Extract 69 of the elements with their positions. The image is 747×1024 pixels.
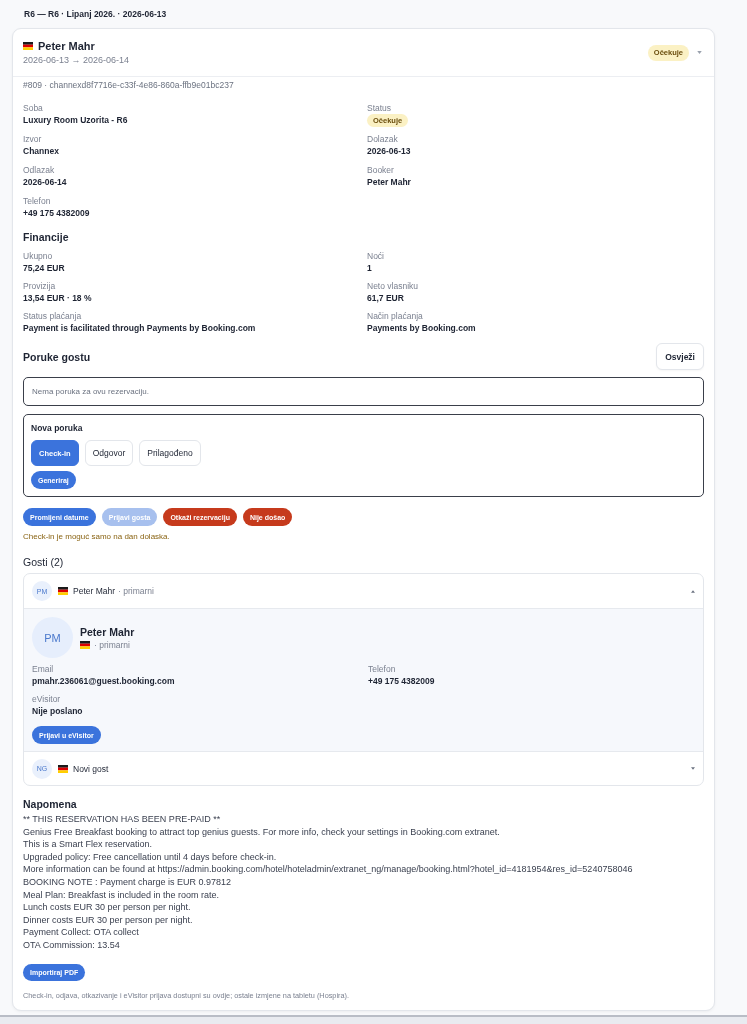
field-value: pmahr.236061@guest.booking.com — [32, 675, 176, 688]
field-value: Nije poslano — [32, 705, 84, 718]
section-heading: Gosti (2) — [23, 555, 65, 569]
guest-role: · primarni — [94, 639, 130, 650]
date-range: 2026-06-13 → 2026-06-14 — [23, 54, 130, 66]
guest-name: Peter Mahr — [38, 39, 95, 53]
warning-text: Check-in je moguć samo na dan dolaska. — [23, 531, 171, 543]
field-value: +49 175 4382009 — [23, 207, 91, 220]
page-title: R6 — R6 · Lipanj 2026. · 2026-06-13 — [24, 9, 168, 20]
field-value: Luxury Room Uzorita - R6 — [23, 114, 129, 127]
field-label: Neto vlasniku — [367, 280, 420, 292]
note-line: Genius Free Breakfast booking to attract top genius guests. For more info, check your settings in Booking.com extranet. — [23, 825, 501, 839]
guest-name[interactable]: Peter Mahr — [73, 586, 116, 596]
empty-messages-text: Nema poruka za ovu rezervaciju. — [32, 387, 149, 396]
field-label: Izvor — [23, 133, 43, 145]
note-line: Dinner costs EUR 30 per person per night. — [23, 913, 194, 927]
caret-icon[interactable] — [691, 767, 695, 770]
template-tab[interactable]: Prilagođeno — [139, 440, 201, 466]
flag-icon — [58, 587, 68, 595]
field-value: Payments by Booking.com — [367, 322, 477, 335]
field-label: Telefon — [23, 195, 52, 207]
section-heading: Financije — [23, 230, 70, 244]
field-label: Booker — [367, 164, 395, 176]
field-label: Odlazak — [23, 164, 56, 176]
field-label: Način plaćanja — [367, 310, 424, 322]
guest-name: Peter Mahr — [80, 625, 135, 639]
field-label: Soba — [23, 102, 44, 114]
field-label: Dolazak — [367, 133, 399, 145]
field-label: Provizija — [23, 280, 57, 292]
field-label: Noći — [367, 250, 385, 262]
field-value: Channex — [23, 145, 60, 158]
field-value: Payment is facilitated through Payments by Booking.com — [23, 322, 257, 335]
template-tab[interactable]: Odgovor — [84, 440, 134, 466]
note-line: Meal Plan: Breakfast is included in the room rate. — [23, 888, 221, 902]
field-value: 75,24 EUR — [23, 262, 66, 275]
field-value: 13,54 EUR · 18 % — [23, 292, 93, 305]
note-line: Payment Collect: OTA collect — [23, 926, 140, 939]
note-line: OTA Commission: 13.54 — [23, 938, 121, 952]
section-heading: Napomena — [23, 797, 78, 811]
refresh-button[interactable]: Osvježi — [656, 343, 704, 370]
guest-role: · primarni — [118, 586, 154, 596]
field-label: Ukupno — [23, 250, 54, 262]
reservation-id: #809 · channexd8f7716e-c33f-4e86-860a-ffb9e01bc237 — [23, 79, 235, 91]
section-heading: Poruke gostu — [23, 349, 91, 364]
composer-title: Nova poruka — [31, 422, 84, 434]
avatar-initials: PM — [32, 617, 73, 658]
field-label: Email — [32, 663, 55, 675]
caret-icon[interactable] — [691, 589, 695, 593]
note-line: Lunch costs EUR 30 per person per night. — [23, 901, 192, 914]
field-value: 2026-06-13 — [367, 145, 412, 158]
field-label: Status plaćanja — [23, 310, 83, 322]
note-line: This is a Smart Flex reservation. — [23, 838, 154, 851]
note-line: More information can be found at https://admin.booking.com/hotel/hoteladmin/extranet_ng/manage/booking.html?hotel_id=4181954&res_id=5240758046 — [23, 863, 634, 876]
field-value: +49 175 4382009 — [368, 675, 436, 688]
flag-icon — [23, 42, 33, 50]
field-value: Peter Mahr — [367, 176, 412, 189]
note-line: ** THIS RESERVATION HAS BEEN PRE-PAID ** — [23, 813, 222, 826]
field-label: Status — [367, 102, 393, 114]
field-label: eVisitor — [32, 693, 62, 705]
note-line: Upgraded policy: Free cancellation until 4 days before check-in. — [23, 850, 278, 864]
note-line: BOOKING NOTE : Payment charge is EUR 0.97812 — [23, 875, 233, 889]
field-label: Telefon — [368, 663, 397, 675]
flag-icon — [58, 764, 68, 773]
guest-name[interactable]: Novi gost — [73, 763, 109, 774]
caret-icon[interactable] — [697, 51, 702, 54]
field-value: 1 — [367, 262, 373, 275]
flag-icon — [80, 640, 90, 649]
field-value: 61,7 EUR — [367, 292, 405, 305]
field-value: 2026-06-14 — [23, 176, 68, 189]
